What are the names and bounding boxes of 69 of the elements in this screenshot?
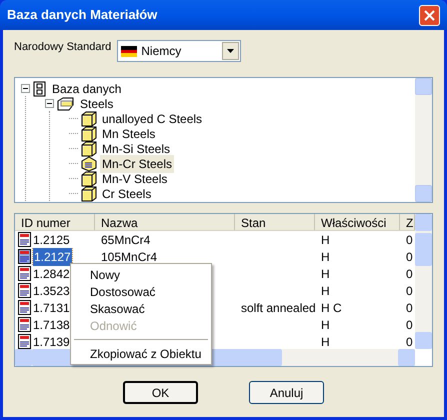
dialog-button[interactable]: OK (123, 381, 198, 404)
table-cell-text: 0 (406, 282, 413, 300)
column-header[interactable]: Nazwa (95, 214, 235, 230)
open-box-icon (81, 156, 97, 172)
table-cell-text: 0 (406, 232, 413, 248)
column-header[interactable]: Właściwości (315, 214, 400, 230)
table-cell[interactable]: 1.2125 (33, 230, 70, 248)
box-icon (81, 110, 97, 126)
collapse-toggle[interactable] (21, 84, 30, 93)
tree-item[interactable]: Mn-Si Steels (100, 140, 172, 158)
table-cell-text: H (321, 316, 330, 334)
box-icon (81, 140, 97, 156)
table-cell-text: 0 (406, 248, 413, 266)
table-cell-text: 0 (406, 266, 413, 282)
table-cell[interactable]: 1.7131 (33, 298, 70, 316)
tree-item[interactable]: Mn-V Steels (100, 170, 170, 188)
column-header[interactable]: Stan (235, 214, 315, 230)
menu-item[interactable]: Nowy (71, 266, 211, 283)
box-icon (81, 186, 97, 202)
table-cell-text: 65MnCr4 (101, 232, 150, 248)
document-icon (18, 266, 31, 281)
standard-label: Narodowy Standard (14, 40, 112, 55)
vertical-scrollbar[interactable] (415, 214, 432, 349)
box-icon (81, 170, 97, 186)
table-cell-text: H (321, 282, 330, 300)
table-cell-text: 0 (406, 300, 413, 316)
minus-icon (23, 86, 28, 91)
minus-icon (47, 101, 52, 106)
table-cell-text: 0 (406, 316, 413, 334)
table-cell[interactable]: 1.7139 (33, 332, 70, 349)
tree-item[interactable]: Mn Steels (100, 124, 158, 142)
dialog-button[interactable]: Anuluj (249, 381, 324, 404)
database-icon (33, 80, 47, 96)
table-cell-text: H (321, 334, 330, 349)
document-icon (18, 232, 31, 247)
table-cell-text: solft annealed (241, 300, 315, 316)
tree-item[interactable]: Steels (78, 94, 116, 112)
close-button[interactable] (419, 4, 440, 26)
menu-item[interactable]: Zkopiować z Obiektu (71, 345, 211, 362)
menu-item[interactable]: Dostosować (71, 283, 211, 300)
document-icon (18, 283, 31, 298)
table-cell[interactable]: 1.2127 (33, 248, 72, 266)
table-cell-text: 105MnCr4 (101, 248, 158, 266)
table-cell-text: H (321, 232, 330, 248)
menu-item[interactable]: Skasować (71, 300, 211, 317)
table-cell-text: H (321, 248, 330, 266)
folder-icon (57, 96, 75, 110)
document-icon (18, 334, 31, 349)
tree-item[interactable]: Cr Steels (100, 184, 154, 202)
table-cell-text: 0 (406, 334, 413, 349)
flag-icon (121, 46, 138, 56)
standard-dropdown[interactable]: Niemcy (117, 40, 242, 62)
tree-item[interactable]: Mn-Cr Steels (100, 154, 174, 172)
table-cell-text: H C (321, 300, 342, 316)
table-cell[interactable]: 1.3523 (33, 282, 70, 300)
table-cell-text: H (321, 266, 330, 282)
window-title: Baza danych Materiałów (7, 6, 158, 24)
tree-item[interactable]: Baza danych (50, 80, 124, 98)
close-icon (424, 10, 435, 20)
column-header[interactable]: ID numer (15, 214, 95, 230)
vertical-scrollbar[interactable] (415, 78, 432, 202)
collapse-toggle[interactable] (45, 99, 54, 108)
document-icon (18, 317, 31, 332)
table-cell[interactable]: 1.7138 (33, 316, 70, 334)
box-icon (81, 126, 97, 142)
table-cell[interactable]: 1.2842 (33, 264, 70, 282)
tree-item[interactable]: unalloyed C Steels (100, 110, 204, 128)
document-icon (18, 300, 31, 315)
document-icon (18, 249, 31, 264)
